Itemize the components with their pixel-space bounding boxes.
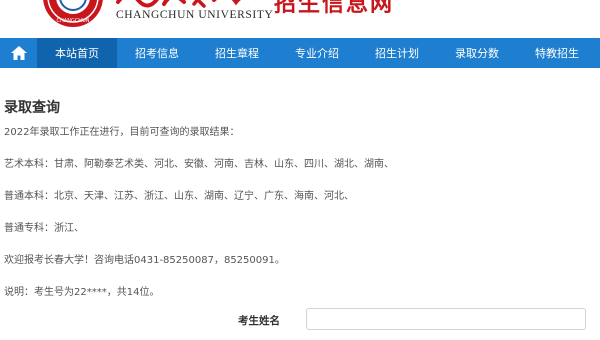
nav-item-enrollment-plan[interactable]: 招生计划 — [357, 38, 437, 68]
nav-item-home[interactable]: 本站首页 — [37, 38, 117, 68]
page: CHANGCHUN CHANGCHUN UNIVERSITY 招生信息网 本站首… — [0, 0, 600, 340]
section-title: 录取查询 — [4, 100, 60, 116]
candidate-name-input[interactable] — [306, 308, 586, 330]
site-title: 招生信息网 — [274, 0, 395, 17]
general-college-provinces: 普通专科：浙江、 — [4, 223, 84, 234]
intro-text: 2022年录取工作正在进行，目前可查询的录取结果： — [4, 127, 240, 138]
nav-item-admission-rules[interactable]: 招生章程 — [197, 38, 277, 68]
home-icon[interactable] — [0, 38, 37, 68]
name-form-row: 考生姓名 — [4, 308, 596, 334]
nav-item-special-ed[interactable]: 特教招生 — [517, 38, 597, 68]
welcome-text: 欢迎报考长春大学！咨询电话0431-85250087，85250091。 — [4, 255, 285, 266]
svg-text:CHANGCHUN: CHANGCHUN — [57, 18, 90, 24]
university-seal-logo: CHANGCHUN — [43, 0, 103, 27]
candidate-name-label: 考生姓名 — [238, 315, 280, 327]
nav-item-majors[interactable]: 专业介绍 — [277, 38, 357, 68]
nav-item-admission-info[interactable]: 招考信息 — [117, 38, 197, 68]
candidate-number-note: 说明：考生号为22****，共14位。 — [4, 287, 160, 298]
site-header: CHANGCHUN CHANGCHUN UNIVERSITY 招生信息网 — [0, 0, 600, 38]
nav-item-admission-scores[interactable]: 录取分数 — [437, 38, 517, 68]
general-undergrad-provinces: 普通本科：北京、天津、江苏、浙江、山东、湖南、辽宁、广东、海南、河北、 — [4, 191, 354, 202]
university-name-en: CHANGCHUN UNIVERSITY — [116, 9, 274, 21]
main-nav: 本站首页 招考信息 招生章程 专业介绍 招生计划 录取分数 特教招生 — [0, 38, 600, 68]
art-undergrad-provinces: 艺术本科：甘肃、阿勒泰艺术类、河北、安徽、河南、吉林、山东、四川、湖北、湖南、 — [4, 159, 394, 170]
admission-query-section: 录取查询 2022年录取工作正在进行，目前可查询的录取结果： 艺术本科：甘肃、阿… — [4, 98, 596, 330]
